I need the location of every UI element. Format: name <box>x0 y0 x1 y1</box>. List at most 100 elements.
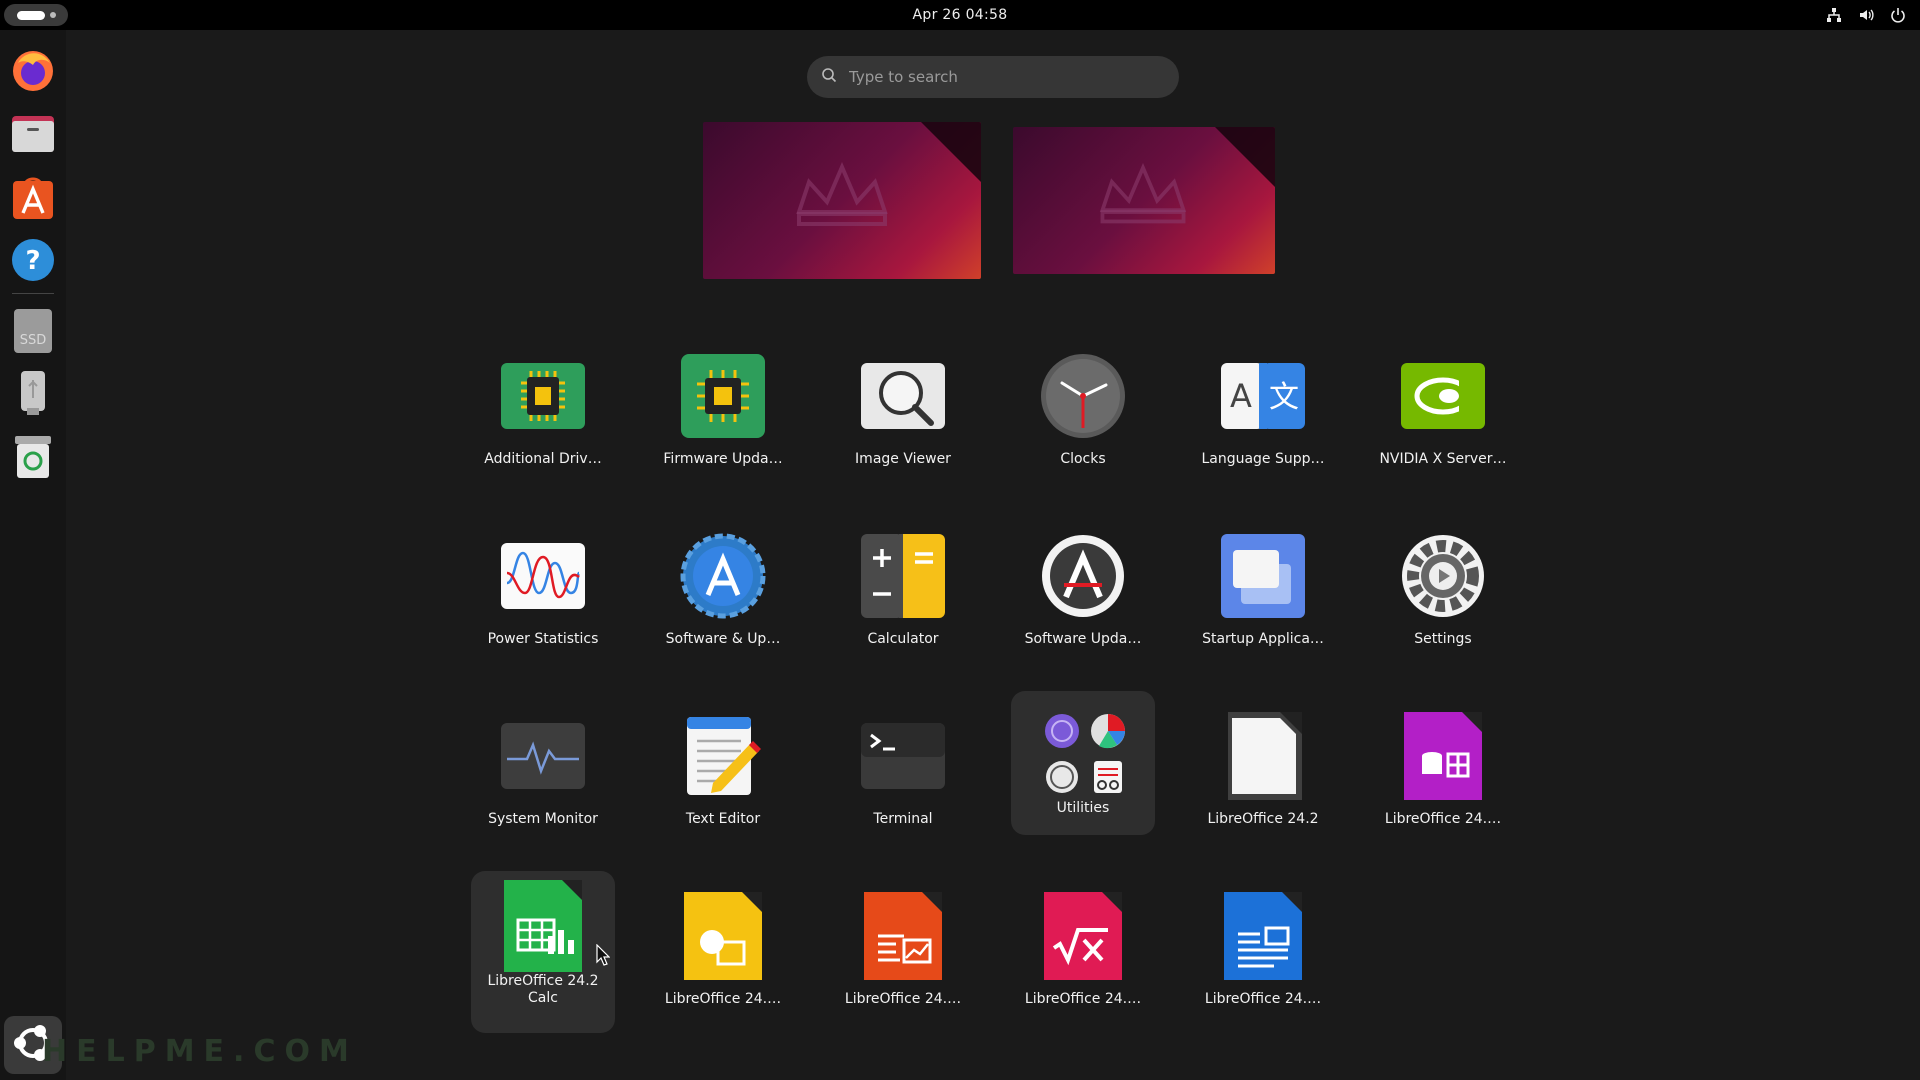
app-text-editor[interactable]: Text Editor <box>651 703 795 847</box>
startup-apps-icon <box>1218 531 1308 621</box>
app-folder-utilities[interactable]: Utilities <box>1011 691 1155 835</box>
firmware-chip-icon <box>678 351 768 441</box>
app-label: LibreOffice 24.… <box>1204 991 1322 1007</box>
app-label: LibreOffice 24.… <box>1384 811 1502 827</box>
app-label: Text Editor <box>685 811 761 827</box>
app-software-updater[interactable]: Software Upda… <box>1011 523 1155 667</box>
libreoffice-impress-icon <box>858 891 948 981</box>
app-center-icon[interactable] <box>8 173 58 223</box>
libreoffice-calc-icon <box>498 880 588 972</box>
clock-icon <box>1038 351 1128 441</box>
workspace-indicator-active <box>16 10 45 20</box>
image-viewer-icon <box>858 351 948 441</box>
search-icon <box>821 67 837 87</box>
workspace-thumbnail-2[interactable] <box>1013 127 1275 274</box>
volume-icon[interactable] <box>1858 7 1874 23</box>
system-tray[interactable] <box>1826 0 1906 30</box>
ubuntu-crown-logo-icon <box>1099 163 1187 224</box>
libreoffice-draw-icon <box>678 891 768 981</box>
app-libreoffice-writer[interactable]: LibreOffice 24.… <box>1191 883 1335 1027</box>
app-label: Software Upda… <box>1024 631 1142 647</box>
libreoffice-writer-icon <box>1218 891 1308 981</box>
usb-drive-icon[interactable] <box>8 368 58 418</box>
app-label: Power Statistics <box>487 631 599 647</box>
nvidia-icon <box>1398 351 1488 441</box>
app-clocks[interactable]: Clocks <box>1011 343 1155 487</box>
terminal-icon <box>858 711 948 801</box>
app-nvidia-settings[interactable]: NVIDIA X Server… <box>1371 343 1515 487</box>
app-libreoffice-math[interactable]: LibreOffice 24.… <box>1011 883 1155 1027</box>
svg-text:A: A <box>1230 377 1252 415</box>
svg-text:?: ? <box>25 246 40 276</box>
app-label: LibreOffice 24.… <box>844 991 962 1007</box>
app-image-viewer[interactable]: Image Viewer <box>831 343 975 487</box>
system-monitor-icon <box>498 711 588 801</box>
software-updater-icon <box>1038 531 1128 621</box>
libreoffice-math-icon <box>1038 891 1128 981</box>
software-sources-icon <box>678 531 768 621</box>
app-libreoffice-base[interactable]: LibreOffice 24.… <box>1371 703 1515 847</box>
mouse-pointer-icon <box>596 943 611 970</box>
help-icon[interactable]: ? <box>8 235 58 285</box>
workspace-indicator <box>49 12 56 18</box>
app-label: Firmware Upda… <box>663 451 783 467</box>
app-label: Language Supp… <box>1201 451 1325 467</box>
app-calculator[interactable]: Calculator <box>831 523 975 667</box>
settings-gear-icon <box>1398 531 1488 621</box>
libreoffice-icon <box>1218 711 1308 801</box>
app-label: Additional Driv… <box>484 451 602 467</box>
app-label: System Monitor <box>488 811 598 827</box>
dock-separator <box>12 293 54 294</box>
app-additional-drivers[interactable]: Additional Driv… <box>471 343 615 487</box>
app-label: Software & Up… <box>665 631 781 647</box>
chip-icon <box>498 351 588 441</box>
app-label: LibreOffice 24.… <box>1024 991 1142 1007</box>
app-software-and-updates[interactable]: Software & Up… <box>651 523 795 667</box>
app-label: Clocks <box>1060 451 1106 467</box>
text-editor-icon <box>678 711 768 801</box>
calculator-icon <box>858 531 948 621</box>
app-label: Startup Applica… <box>1202 631 1324 647</box>
search-input[interactable] <box>849 68 1149 86</box>
app-label: Utilities <box>1056 800 1110 816</box>
power-stats-icon <box>498 531 588 621</box>
app-label: Terminal <box>873 811 933 827</box>
app-firmware-updater[interactable]: Firmware Upda… <box>651 343 795 487</box>
app-libreoffice-calc[interactable]: LibreOffice 24.2 Calc <box>471 871 615 1033</box>
power-icon[interactable] <box>1890 7 1906 23</box>
files-icon[interactable] <box>8 108 58 158</box>
activities-button[interactable] <box>4 4 68 26</box>
firefox-icon[interactable] <box>8 45 58 95</box>
app-startup-applications[interactable]: Startup Applica… <box>1191 523 1335 667</box>
search-box[interactable] <box>807 56 1179 98</box>
app-libreoffice-draw[interactable]: LibreOffice 24.… <box>651 883 795 1027</box>
app-label: LibreOffice 24.2 Calc <box>487 973 599 1006</box>
app-language-support[interactable]: A文 Language Supp… <box>1191 343 1335 487</box>
utilities-folder-icon <box>1038 707 1128 797</box>
app-label: NVIDIA X Server… <box>1379 451 1507 467</box>
svg-text:SSD: SSD <box>20 333 47 348</box>
trash-icon[interactable] <box>8 432 58 482</box>
ubuntu-crown-logo-icon <box>796 162 888 226</box>
app-label: LibreOffice 24.2 <box>1207 811 1319 827</box>
ssd-drive-icon[interactable]: SSD <box>8 306 58 356</box>
dock: ? SSD <box>0 30 66 1080</box>
app-settings[interactable]: Settings <box>1371 523 1515 667</box>
libreoffice-base-icon <box>1398 711 1488 801</box>
app-libreoffice-impress[interactable]: LibreOffice 24.… <box>831 883 975 1027</box>
app-label: LibreOffice 24.… <box>664 991 782 1007</box>
app-label: Image Viewer <box>855 451 951 467</box>
network-icon[interactable] <box>1826 7 1842 23</box>
workspace-thumbnail-1[interactable] <box>703 122 981 279</box>
top-bar: Apr 26 04:58 <box>0 0 1920 30</box>
language-icon: A文 <box>1218 351 1308 441</box>
app-libreoffice[interactable]: LibreOffice 24.2 <box>1191 703 1335 847</box>
app-system-monitor[interactable]: System Monitor <box>471 703 615 847</box>
app-power-statistics[interactable]: Power Statistics <box>471 523 615 667</box>
clock[interactable]: Apr 26 04:58 <box>913 7 1008 23</box>
svg-text:文: 文 <box>1269 380 1299 415</box>
app-terminal[interactable]: Terminal <box>831 703 975 847</box>
app-label: Settings <box>1414 631 1472 647</box>
app-label: Calculator <box>867 631 939 647</box>
watermark: HELPME.COM <box>42 1034 358 1069</box>
